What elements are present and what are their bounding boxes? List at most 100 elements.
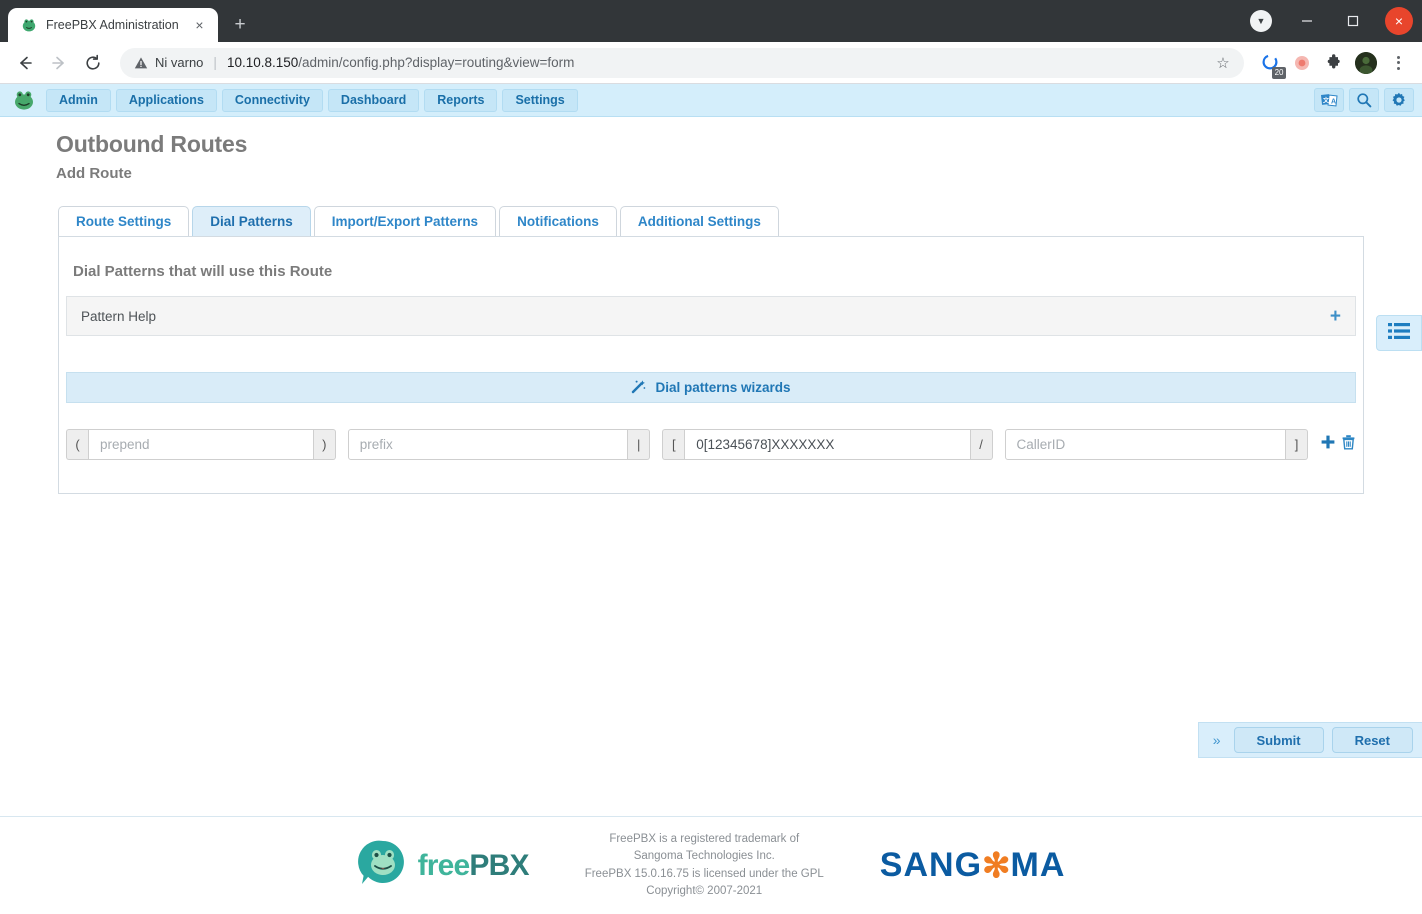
- reload-icon: [86, 54, 100, 70]
- forward-arrow-icon: [52, 56, 64, 69]
- dial-patterns-wizards-button[interactable]: Dial patterns wizards: [66, 372, 1356, 404]
- form-tabs: Route Settings Dial Patterns Import/Expo…: [0, 206, 1422, 237]
- footer-line-4: Copyright© 2007-2021: [646, 884, 763, 897]
- sangoma-logo: SANG ✻ MA: [880, 846, 1066, 886]
- callerid-input[interactable]: [1004, 429, 1286, 461]
- minimize-button[interactable]: [1284, 0, 1330, 42]
- nav-item-dashboard[interactable]: Dashboard: [327, 88, 420, 112]
- delete-pattern-icon[interactable]: [1341, 434, 1356, 455]
- browser-window: FreePBX Administration × + ▼ × Ni varno …: [0, 0, 1422, 914]
- search-icon[interactable]: [1349, 88, 1379, 112]
- address-bar[interactable]: Ni varno | 10.10.8.150/admin/config.php?…: [120, 47, 1244, 78]
- nav-item-applications[interactable]: Applications: [115, 88, 217, 112]
- footer-line-2: Sangoma Technologies Inc.: [633, 850, 775, 863]
- submit-button[interactable]: Submit: [1233, 727, 1324, 753]
- tab-title: FreePBX Administration: [46, 18, 179, 32]
- url-text: 10.10.8.150/admin/config.php?display=rou…: [227, 55, 1202, 70]
- match-pattern-input-group: [ /: [662, 429, 993, 461]
- footer-legal-text: FreePBX is a registered trademark of San…: [585, 831, 824, 900]
- page-subtitle: Add Route: [56, 165, 132, 183]
- prepend-input[interactable]: [88, 429, 314, 461]
- freepbx-footer-logo: freePBX: [357, 837, 530, 894]
- prefix-input[interactable]: [347, 429, 629, 461]
- prepend-input-group: ( ): [66, 429, 336, 461]
- language-translate-icon[interactable]: A文: [1314, 88, 1344, 112]
- gear-icon[interactable]: [1384, 88, 1414, 112]
- omnibox-divider: |: [213, 55, 217, 70]
- footer-line-3: FreePBX 15.0.16.75 is licensed under the…: [584, 867, 824, 880]
- url-path: /admin/config.php?display=routing&view=f…: [298, 55, 575, 70]
- freepbx-wordmark: freePBX: [417, 848, 530, 882]
- tab-notifications[interactable]: Notifications: [499, 206, 617, 237]
- tab-close-icon[interactable]: ×: [191, 17, 208, 34]
- page-footer: freePBX FreePBX is a registered trademar…: [0, 816, 1422, 914]
- sangoma-asterisk-icon: ✻: [982, 846, 1011, 885]
- avatar-image: [1355, 51, 1377, 74]
- bookmark-star-icon[interactable]: ☆: [1210, 50, 1236, 76]
- window-dropdown-button[interactable]: ▼: [1238, 0, 1284, 42]
- reset-button[interactable]: Reset: [1331, 727, 1413, 753]
- tab-additional-settings[interactable]: Additional Settings: [619, 206, 779, 237]
- sync-extension-icon[interactable]: 20: [1256, 49, 1286, 79]
- pattern-help-label: Pattern Help: [81, 308, 157, 324]
- expand-chevron-icon[interactable]: »: [1208, 732, 1226, 748]
- url-host: 10.10.8.150: [226, 55, 299, 70]
- back-button[interactable]: [10, 48, 40, 78]
- nav-item-reports[interactable]: Reports: [424, 88, 498, 112]
- pattern-row-actions: [1320, 434, 1356, 455]
- sangoma-text-part1: SANG: [879, 846, 983, 884]
- callerid-input-group: ]: [1004, 429, 1308, 461]
- back-arrow-icon: [20, 56, 32, 69]
- page-content: Outbound Routes Add Route Route Settings…: [0, 117, 1422, 816]
- callerid-close-bracket: ]: [1286, 429, 1308, 461]
- freepbx-logo-icon[interactable]: [12, 88, 36, 112]
- freepbx-navbar: Admin Applications Connectivity Dashboar…: [0, 84, 1422, 117]
- browser-tab[interactable]: FreePBX Administration ×: [8, 8, 218, 42]
- tab-strip: FreePBX Administration × + ▼ ×: [0, 0, 1422, 42]
- close-icon: ×: [1385, 7, 1413, 35]
- list-routes-icon: [1388, 322, 1410, 345]
- expand-plus-icon[interactable]: +: [1330, 307, 1341, 326]
- maximize-button[interactable]: [1330, 0, 1376, 42]
- nav-item-settings[interactable]: Settings: [502, 88, 578, 112]
- page-title: Outbound Routes: [56, 131, 248, 157]
- footer-line-1: FreePBX is a registered trademark of: [609, 833, 800, 845]
- dial-pattern-row: ( ) | [ / ]: [66, 429, 1356, 461]
- pattern-help-accordion[interactable]: Pattern Help +: [66, 296, 1356, 337]
- svg-text:A: A: [1331, 98, 1336, 105]
- page-viewport: Admin Applications Connectivity Dashboar…: [0, 84, 1422, 914]
- prefix-input-group: |: [347, 429, 651, 461]
- warning-triangle-icon: [134, 56, 148, 68]
- sangoma-text-part2: MA: [1010, 846, 1066, 884]
- record-dot-icon[interactable]: [1288, 49, 1316, 77]
- close-window-button[interactable]: ×: [1376, 0, 1422, 42]
- minimize-icon: [1302, 20, 1312, 22]
- chevron-down-icon: ▼: [1250, 10, 1272, 32]
- tab-dial-patterns[interactable]: Dial Patterns: [192, 206, 311, 237]
- dial-patterns-panel: Dial Patterns that will use this Route P…: [58, 236, 1364, 495]
- browser-menu-button[interactable]: [1384, 49, 1412, 77]
- browser-toolbar: Ni varno | 10.10.8.150/admin/config.php?…: [0, 42, 1422, 84]
- section-title: Dial Patterns that will use this Route: [73, 263, 333, 281]
- extensions-puzzle-icon[interactable]: [1320, 49, 1348, 77]
- svg-text:文: 文: [1322, 96, 1330, 104]
- forward-button[interactable]: [44, 48, 74, 78]
- prepend-open-paren: (: [66, 429, 88, 461]
- window-controls: ▼ ×: [1238, 0, 1422, 42]
- tab-route-settings[interactable]: Route Settings: [58, 206, 190, 237]
- security-status[interactable]: Ni varno: [134, 55, 203, 70]
- tab-import-export-patterns[interactable]: Import/Export Patterns: [313, 206, 497, 237]
- list-routes-button[interactable]: [1376, 315, 1422, 351]
- profile-avatar[interactable]: [1352, 49, 1380, 77]
- prepend-close-paren: ): [313, 429, 336, 461]
- reload-button[interactable]: [78, 48, 108, 78]
- form-action-bar: » Submit Reset: [1197, 722, 1422, 758]
- match-pattern-input[interactable]: [684, 429, 971, 461]
- nav-item-connectivity[interactable]: Connectivity: [221, 88, 323, 112]
- sync-badge-count: 20: [1272, 66, 1286, 79]
- match-slash-separator: /: [970, 429, 993, 461]
- magic-wand-icon: [631, 379, 646, 397]
- new-tab-button[interactable]: +: [226, 11, 254, 39]
- add-pattern-icon[interactable]: [1320, 434, 1336, 455]
- nav-item-admin[interactable]: Admin: [46, 88, 111, 112]
